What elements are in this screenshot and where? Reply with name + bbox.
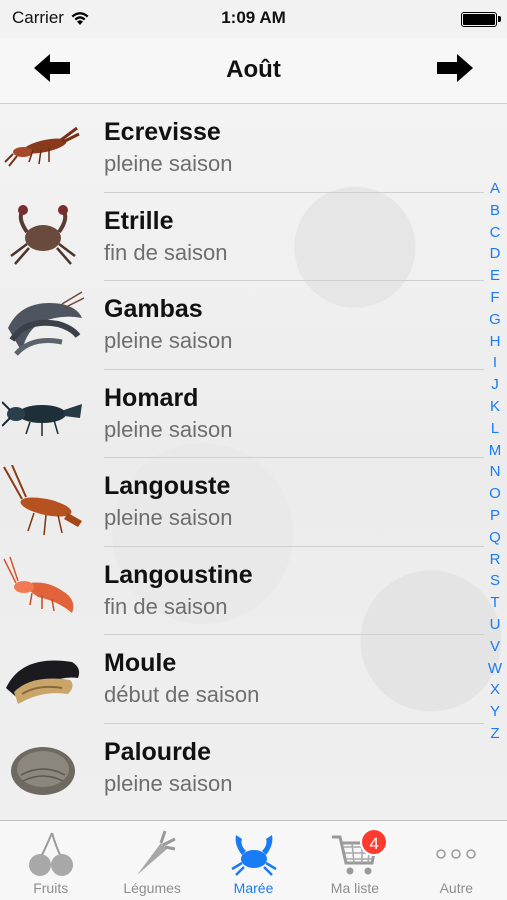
tab-legumes[interactable]: Légumes <box>101 821 202 900</box>
arrow-right-icon <box>437 54 473 82</box>
tab-label: Ma liste <box>330 880 380 896</box>
seafood-list: Ecrevisse pleine saison Etrille fin de s… <box>0 104 484 812</box>
crayfish-icon <box>2 112 84 184</box>
list-item[interactable]: Langoustine fin de saison <box>0 547 484 635</box>
index-letter[interactable]: S <box>490 570 500 592</box>
lobster-icon <box>2 378 84 450</box>
index-letter[interactable]: W <box>488 658 502 680</box>
item-season: début de saison <box>104 682 260 707</box>
section-index[interactable]: A B C D E F G H I J K L M N O P Q R S T … <box>484 178 506 745</box>
mussel-icon <box>2 643 84 715</box>
item-name: Moule <box>104 649 177 677</box>
list-item[interactable]: Palourde pleine saison <box>0 724 484 813</box>
index-letter[interactable]: Y <box>490 701 500 723</box>
index-letter[interactable]: L <box>491 418 499 440</box>
item-name: Langoustine <box>104 560 253 589</box>
index-letter[interactable]: F <box>490 287 499 309</box>
item-name: Ecrevisse <box>104 118 221 146</box>
list-item[interactable]: Ecrevisse pleine saison <box>0 104 484 193</box>
tab-maree[interactable]: Marée <box>203 821 304 900</box>
index-letter[interactable]: J <box>491 374 499 396</box>
next-month-button[interactable] <box>435 50 475 86</box>
item-season: pleine saison <box>104 505 233 530</box>
index-letter[interactable]: C <box>490 222 501 244</box>
list-item[interactable]: Gambas pleine saison <box>0 281 484 370</box>
index-letter[interactable]: E <box>490 265 500 287</box>
index-letter[interactable]: V <box>490 636 500 658</box>
index-letter[interactable]: Z <box>490 723 499 745</box>
index-letter[interactable]: I <box>493 352 497 374</box>
carrot-icon <box>137 830 176 875</box>
tab-bar: Fruits Légumes Marée 4 Ma liste Autre <box>0 820 507 900</box>
tab-ma-liste[interactable]: 4 Ma liste <box>304 821 405 900</box>
item-season: pleine saison <box>104 328 233 353</box>
navigation-bar: Août <box>0 38 507 104</box>
index-letter[interactable]: N <box>490 461 501 483</box>
tab-fruits[interactable]: Fruits <box>0 821 101 900</box>
item-season: pleine saison <box>104 770 233 796</box>
index-letter[interactable]: M <box>489 440 502 462</box>
item-season: pleine saison <box>104 151 233 176</box>
item-season: pleine saison <box>104 416 233 442</box>
index-letter[interactable]: B <box>490 200 500 222</box>
prawn-icon <box>2 289 84 361</box>
battery-icon <box>461 12 501 27</box>
index-letter[interactable]: U <box>490 614 501 636</box>
tab-label: Légumes <box>123 880 181 896</box>
index-letter[interactable]: T <box>490 592 499 614</box>
cart-badge: 4 <box>360 828 389 856</box>
item-name: Etrille <box>104 206 174 235</box>
tab-label: Autre <box>439 880 474 896</box>
index-letter[interactable]: O <box>489 483 501 505</box>
page-title: Août <box>226 56 281 83</box>
index-letter[interactable]: R <box>490 549 501 571</box>
spiny-lobster-icon <box>2 465 84 538</box>
list-item[interactable]: Langouste pleine saison <box>0 458 484 547</box>
status-bar: Carrier 1:09 AM <box>0 0 507 38</box>
item-name: Homard <box>104 383 199 412</box>
item-name: Palourde <box>104 737 211 766</box>
item-season: fin de saison <box>104 239 228 265</box>
item-name: Gambas <box>104 295 203 323</box>
index-letter[interactable]: X <box>490 679 500 701</box>
index-letter[interactable]: K <box>490 396 500 418</box>
tab-label: Marée <box>233 880 274 896</box>
index-letter[interactable]: Q <box>489 527 501 549</box>
list-item[interactable]: Etrille fin de saison <box>0 193 484 281</box>
crab-icon <box>2 201 84 273</box>
list-item[interactable]: Homard pleine saison <box>0 370 484 458</box>
index-letter[interactable]: G <box>489 309 501 331</box>
item-name: Langouste <box>104 472 231 500</box>
tab-autre[interactable]: Autre <box>406 821 507 900</box>
tab-label: Fruits <box>33 880 69 896</box>
index-letter[interactable]: D <box>490 243 501 265</box>
cherries-icon <box>28 832 73 876</box>
list-item[interactable]: Moule début de saison <box>0 635 484 724</box>
status-time: 1:09 AM <box>221 8 286 27</box>
clam-icon <box>2 732 84 804</box>
index-letter[interactable]: P <box>490 505 500 527</box>
item-season: fin de saison <box>104 593 228 619</box>
index-letter[interactable]: A <box>490 178 500 200</box>
more-icon <box>436 849 477 859</box>
crab-icon <box>230 835 277 876</box>
langoustine-icon <box>2 555 84 627</box>
index-letter[interactable]: H <box>490 331 501 353</box>
